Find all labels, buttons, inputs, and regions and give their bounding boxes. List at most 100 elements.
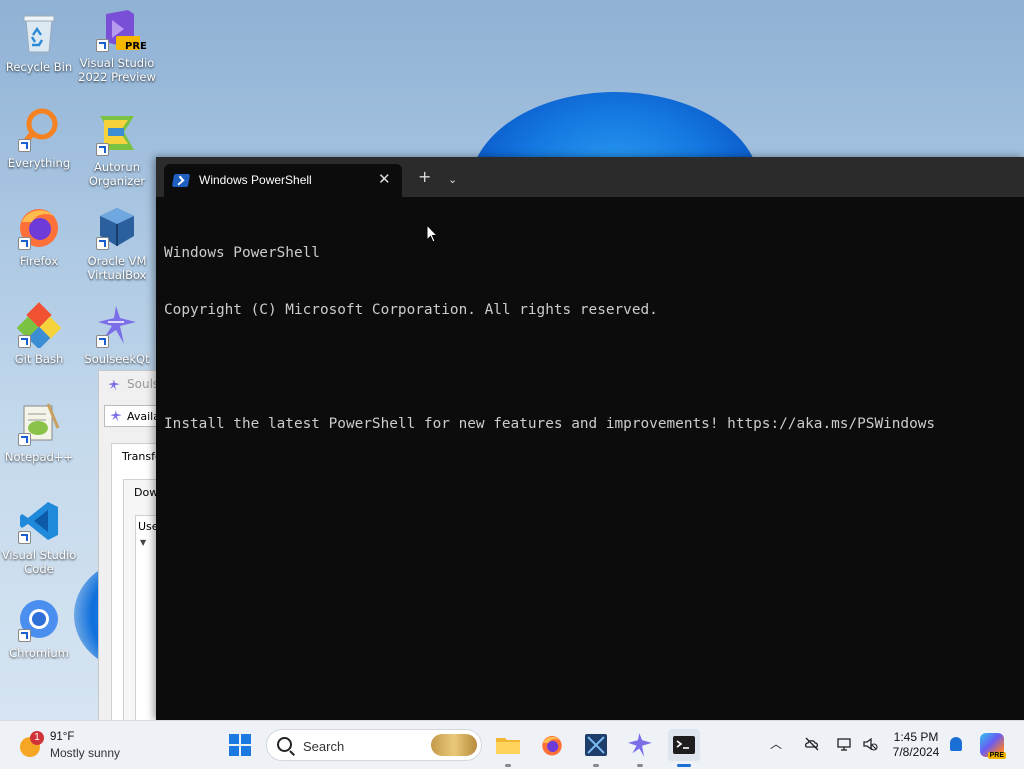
shortcut-arrow-icon [18, 237, 31, 250]
windows-logo-pane [241, 734, 251, 744]
desktop-icon-label: Recycle Bin [5, 60, 73, 74]
console-line: Copyright (C) Microsoft Corporation. All… [164, 302, 658, 318]
desktop: Recycle Bin PRE Visual Studio 2022 Previ… [0, 0, 1024, 720]
desktop-icon-label: SoulseekQt [84, 352, 150, 366]
copilot-preview-badge: PRE [987, 752, 1006, 759]
shortcut-arrow-icon [96, 237, 109, 250]
console-line: Install the latest PowerShell for new fe… [164, 416, 936, 432]
shortcut-arrow-icon [18, 629, 31, 642]
powershell-icon [171, 174, 191, 187]
network-icon[interactable] [836, 736, 852, 752]
chromium-icon [16, 596, 62, 642]
windows-logo-pane [229, 746, 239, 756]
running-indicator [505, 764, 511, 767]
desktop-icon-git-bash[interactable]: Git Bash [0, 302, 78, 366]
shortcut-arrow-icon [18, 139, 31, 152]
virtualbox-icon [94, 204, 140, 250]
git-bash-icon [16, 302, 62, 350]
weather-widget[interactable]: 1 91°F Mostly sunny [18, 729, 138, 761]
windows-logo-pane [241, 746, 251, 756]
desktop-icon-label-line2: VirtualBox [87, 268, 147, 282]
vscode-icon [16, 498, 62, 544]
tab-windows-powershell[interactable]: Windows PowerShell ✕ [164, 164, 402, 197]
desktop-icon-label: Chromium [9, 646, 69, 660]
firefox-icon [542, 735, 562, 756]
weather-temperature: 91°F [50, 731, 75, 743]
taskbar-soulseek[interactable] [624, 729, 656, 767]
volume-muted-icon[interactable] [862, 736, 878, 752]
desktop-icon-label: Git Bash [14, 352, 64, 366]
shortcut-arrow-icon [96, 335, 109, 348]
shortcut-arrow-icon [96, 143, 109, 156]
console-output[interactable]: Windows PowerShell Copyright (C) Microso… [164, 206, 1016, 472]
taskbar-app-xp[interactable] [580, 729, 612, 767]
app-xp-icon [585, 734, 607, 756]
active-indicator [677, 764, 691, 767]
desktop-icon-virtualbox[interactable]: Oracle VM VirtualBox [78, 204, 156, 282]
firefox-icon [16, 204, 62, 250]
recycle-bin-icon [16, 10, 62, 56]
tab-title: Windows PowerShell [199, 173, 312, 187]
desktop-icon-label: Firefox [19, 254, 59, 268]
notepad-plus-plus-icon [16, 400, 62, 446]
desktop-icon-chromium[interactable]: Chromium [0, 596, 78, 660]
desktop-icon-notepad-plus-plus[interactable]: Notepad++ [0, 400, 78, 464]
running-indicator [593, 764, 599, 767]
start-button[interactable] [224, 729, 256, 761]
desktop-icon-autorun-organizer[interactable]: Autorun Organizer [78, 110, 156, 188]
shortcut-arrow-icon [96, 39, 109, 52]
folder-icon [496, 738, 520, 754]
desktop-icon-label: Everything [7, 156, 71, 170]
new-tab-button[interactable]: + [418, 169, 431, 185]
soulseek-icon [628, 733, 652, 757]
show-hidden-icons-chevron-icon[interactable]: ︿ [770, 735, 782, 752]
copilot-icon[interactable]: PRE [980, 733, 1006, 759]
preview-badge: PRE [125, 41, 147, 52]
taskbar-search-box[interactable] [266, 729, 482, 761]
everything-search-icon [16, 106, 62, 152]
desktop-icon-label: Oracle VM [87, 254, 147, 268]
shortcut-arrow-icon [18, 433, 31, 446]
desktop-icon-soulseek[interactable]: SoulseekQt [78, 302, 156, 366]
shortcut-arrow-icon [18, 335, 31, 348]
running-indicator [637, 764, 643, 767]
terminal-tab-bar: Windows PowerShell ✕ + ⌄ [156, 157, 1024, 197]
desktop-icon-label-line2: 2022 Preview [78, 70, 156, 84]
shortcut-arrow-icon [18, 531, 31, 544]
soulseek-window-title: Souls [127, 377, 160, 391]
taskbar-file-explorer[interactable] [492, 729, 524, 767]
taskbar-terminal[interactable] [668, 729, 700, 767]
desktop-icon-visual-studio-preview[interactable]: PRE Visual Studio 2022 Preview [78, 6, 156, 84]
chevron-down-icon[interactable]: ⌄ [448, 172, 457, 188]
search-input[interactable] [301, 736, 425, 756]
close-tab-icon[interactable]: ✕ [378, 171, 391, 187]
availability-button[interactable]: Availa [104, 405, 164, 427]
desktop-icon-recycle-bin[interactable]: Recycle Bin [0, 10, 78, 74]
taskbar: 1 91°F Mostly sunny ︿ [0, 720, 1024, 769]
soulseek-title-icon [107, 377, 121, 391]
desktop-icon-label-line2: Code [24, 562, 54, 576]
search-icon [277, 737, 292, 752]
clock-date: 7/8/2024 [892, 745, 940, 759]
tab-downloads-label: Dow [134, 486, 159, 499]
desktop-icon-label: Notepad++ [4, 450, 74, 464]
sort-arrow-icon: ▼ [140, 538, 147, 547]
onedrive-offline-icon[interactable] [804, 736, 820, 752]
autorun-organizer-icon [94, 110, 140, 156]
windows-logo-icon [229, 734, 239, 744]
soulseek-icon [94, 302, 140, 348]
desktop-icon-everything[interactable]: Everything [0, 106, 78, 170]
powershell-terminal-window[interactable]: Windows PowerShell ✕ + ⌄ Windows PowerSh… [156, 157, 1024, 720]
console-line: Windows PowerShell [164, 245, 320, 261]
clock-time: 1:45 PM [893, 730, 939, 744]
terminal-icon [673, 736, 695, 754]
notification-bell-icon[interactable] [950, 737, 962, 751]
search-highlight-image [431, 734, 477, 756]
taskbar-firefox[interactable] [536, 729, 568, 761]
desktop-icon-firefox[interactable]: Firefox [0, 204, 78, 268]
soulseek-status-icon [109, 409, 123, 423]
desktop-icon-label: Autorun [93, 160, 140, 174]
desktop-icon-vscode[interactable]: Visual Studio Code [0, 498, 78, 576]
system-clock[interactable]: 1:45 PM 7/8/2024 [886, 730, 946, 760]
